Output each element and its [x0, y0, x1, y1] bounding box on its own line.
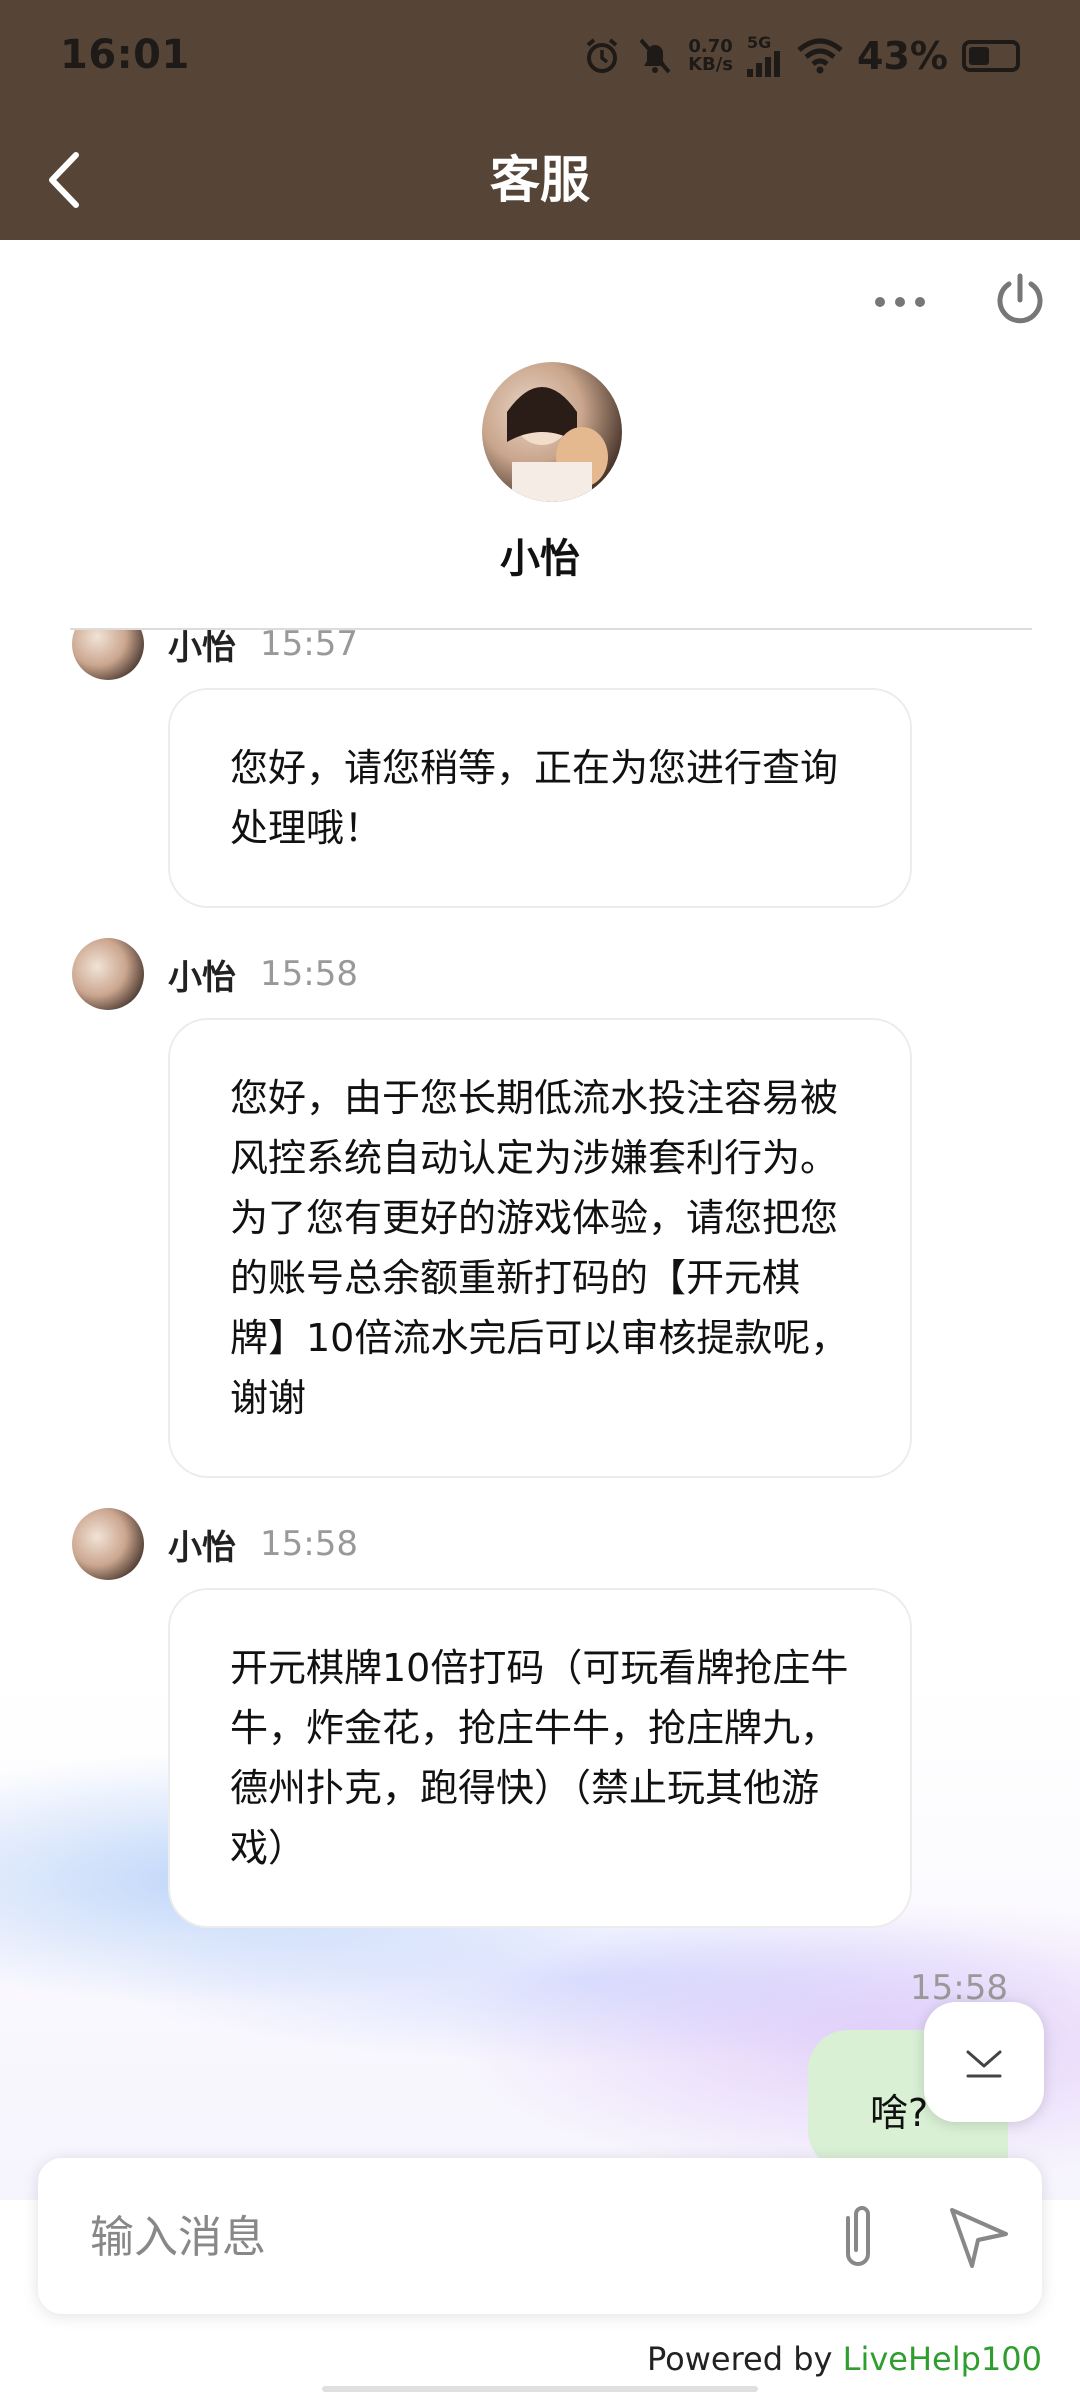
more-icon[interactable] — [870, 262, 930, 342]
page-title: 客服 — [490, 151, 590, 209]
status-time: 16:01 — [60, 32, 190, 78]
signal-icon — [747, 51, 781, 77]
attachment-icon[interactable] — [818, 2196, 898, 2276]
power-icon[interactable] — [990, 262, 1050, 342]
chat-tools — [870, 262, 1050, 342]
message-meta: 小怡 15:58 — [72, 938, 358, 1010]
message-input-bar — [38, 2158, 1042, 2316]
home-indicator — [322, 2386, 758, 2392]
message-bubble: 您好，请您稍等，正在为您进行查询处理哦！ — [168, 688, 912, 908]
sender-name: 小怡 — [168, 957, 236, 998]
wifi-icon — [797, 38, 843, 74]
send-icon[interactable] — [938, 2196, 1018, 2276]
signal-group: 5G — [747, 35, 783, 77]
network-type: 5G — [747, 33, 772, 52]
scroll-down-icon — [966, 2050, 1002, 2078]
agent-avatar-small — [72, 938, 144, 1010]
message-bubble: 开元棋牌10倍打码（可玩看牌抢庄牛牛，炸金花，抢庄牛牛，抢庄牌九，德州扑克，跑得… — [168, 1588, 912, 1928]
powered-brand-link[interactable]: LiveHelp100 — [843, 2340, 1042, 2378]
net-speed: 0.70 KB/s — [688, 38, 733, 74]
message-input[interactable] — [88, 2158, 792, 2316]
sender-name: 小怡 — [168, 1527, 236, 1568]
net-speed-unit: KB/s — [688, 54, 734, 75]
agent-avatar — [482, 362, 622, 502]
message-time: 15:58 — [260, 1524, 358, 1564]
message-meta: 小怡 15:58 — [72, 1508, 358, 1580]
agent-avatar-small — [72, 1508, 144, 1580]
scroll-to-bottom-button[interactable] — [924, 2002, 1044, 2122]
alarm-icon — [586, 38, 618, 73]
divider-overlay — [70, 628, 1032, 630]
status-icons: 0.70 KB/s 5G 43% — [582, 26, 1020, 86]
message-time: 15:58 — [260, 954, 358, 994]
battery-percent: 43% — [857, 34, 948, 78]
avatar-image — [507, 387, 608, 502]
top-bar: 16:01 0.70 KB/s 5G 43% 客服 — [0, 0, 1080, 240]
agent-name: 小怡 — [500, 536, 580, 582]
message-time: 15:57 — [260, 624, 358, 664]
message-bubble: 您好，由于您长期低流水投注容易被风控系统自动认定为涉嫌套利行为。为了您有更好的游… — [168, 1018, 912, 1478]
mute-bell-icon — [639, 38, 671, 74]
powered-by: Powered by LiveHelp100 — [647, 2340, 1042, 2378]
battery-icon — [962, 40, 1020, 72]
scroll-mask — [0, 590, 1080, 630]
powered-prefix: Powered by — [646, 2340, 843, 2378]
